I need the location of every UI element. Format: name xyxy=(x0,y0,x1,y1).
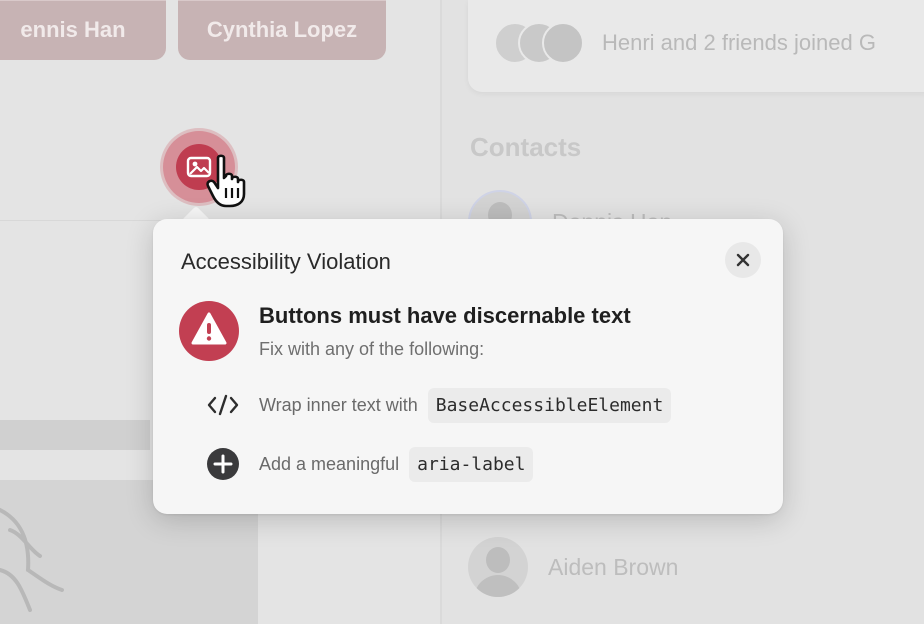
person-chip-label: ennis Han xyxy=(20,17,126,42)
popover-title: Accessibility Violation xyxy=(181,249,391,274)
hand-cursor-icon xyxy=(206,154,246,208)
fix-text: Wrap inner text with xyxy=(259,394,418,415)
person-chip[interactable]: ennis Han xyxy=(0,0,166,60)
person-chip-label: Cynthia Lopez xyxy=(206,17,358,42)
contacts-heading: Contacts xyxy=(470,132,582,162)
plus-circle-icon xyxy=(205,446,241,482)
person-chip[interactable]: Cynthia Lopez xyxy=(178,0,386,60)
issue-title: Buttons must have discernable text xyxy=(259,303,631,328)
fix-option[interactable]: Wrap inner text with BaseAccessibleEleme… xyxy=(205,387,672,423)
friend-avatars xyxy=(494,22,594,64)
contact-item[interactable]: Aiden Brown xyxy=(468,537,678,597)
warning-icon xyxy=(179,301,239,361)
activity-text: Henri and 2 friends joined G xyxy=(602,30,876,55)
photo-header xyxy=(0,420,150,450)
fix-text: Add a meaningful xyxy=(259,453,400,474)
contact-name: Aiden Brown xyxy=(548,553,679,580)
fix-option[interactable]: Add a meaningful aria-label xyxy=(205,446,534,482)
close-button[interactable] xyxy=(725,242,761,278)
issue-subtitle: Fix with any of the following: xyxy=(259,339,485,359)
avatar xyxy=(468,537,528,597)
code-snippet: aria-label xyxy=(409,446,534,482)
code-icon xyxy=(205,387,241,423)
accessibility-popover: Accessibility Violation Buttons must hav… xyxy=(153,219,783,514)
branch-image xyxy=(0,508,64,612)
code-snippet: BaseAccessibleElement xyxy=(427,387,672,423)
close-icon xyxy=(736,253,750,267)
avatar xyxy=(542,22,584,64)
